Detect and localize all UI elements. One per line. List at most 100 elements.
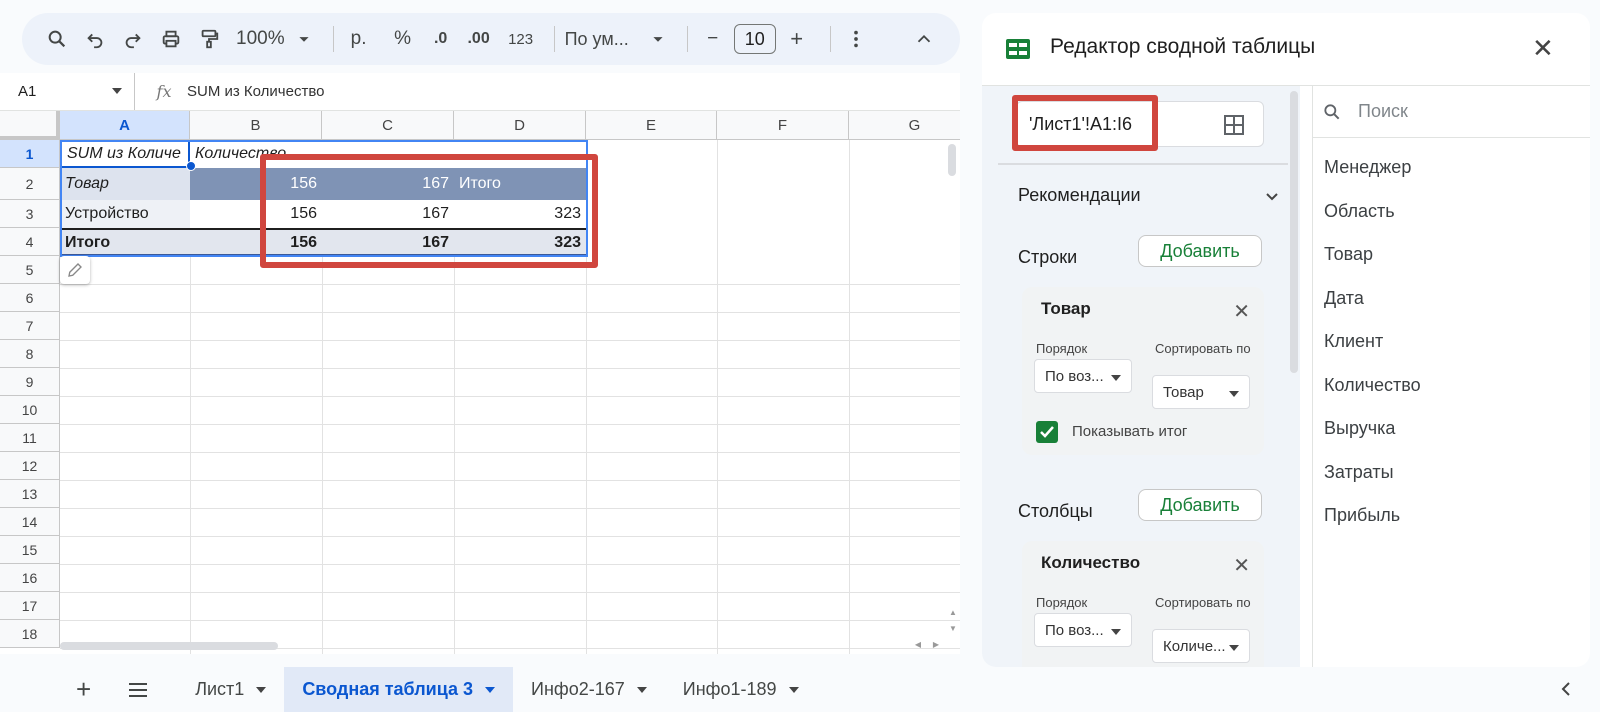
decrease-decimal-button[interactable]: .0 [426, 21, 456, 57]
select-all-corner[interactable] [0, 111, 60, 140]
selection-handle[interactable] [186, 161, 196, 171]
field-item[interactable]: Товар [1324, 244, 1373, 265]
panel-scrollbar[interactable] [1290, 91, 1298, 373]
field-item[interactable]: Область [1324, 201, 1395, 222]
row-header-8[interactable]: 8 [0, 340, 60, 368]
add-row-button[interactable]: Добавить [1138, 235, 1262, 267]
row-header-2[interactable]: 2 [0, 168, 60, 200]
field-item[interactable]: Менеджер [1324, 157, 1411, 178]
field-search-box[interactable]: Поиск [1312, 86, 1590, 138]
sort-by-select-value: Товар [1163, 383, 1204, 401]
column-header-e[interactable]: E [586, 111, 717, 140]
chevron-down-icon[interactable] [1264, 189, 1280, 210]
field-item[interactable]: Прибыль [1324, 505, 1400, 526]
scroll-right-arrow-icon[interactable]: ▶ [930, 639, 942, 651]
row-header-5[interactable]: 5 [0, 256, 60, 284]
sheet-tab-dropdown-icon[interactable] [636, 686, 647, 693]
field-item[interactable]: Выручка [1324, 418, 1395, 439]
add-sheet-plus-icon[interactable]: + [58, 667, 109, 712]
sort-dropdown-icon [1229, 391, 1239, 397]
zoom-dropdown-icon[interactable] [293, 21, 315, 57]
pivot-edit-pencil-icon[interactable] [60, 256, 90, 284]
field-item[interactable]: Дата [1324, 288, 1364, 309]
column-header-c[interactable]: C [322, 111, 454, 140]
row-header-14[interactable]: 14 [0, 508, 60, 536]
more-vert-icon[interactable] [841, 21, 871, 57]
row-header-12[interactable]: 12 [0, 452, 60, 480]
column-header-f[interactable]: F [717, 111, 849, 140]
order-select[interactable]: По воз... [1034, 613, 1132, 647]
field-item[interactable]: Клиент [1324, 331, 1383, 352]
order-select[interactable]: По воз... [1034, 359, 1132, 393]
sheet-tab-pivot[interactable]: Сводная таблица 3 [284, 667, 514, 712]
row-header-6[interactable]: 6 [0, 284, 60, 312]
column-header-a[interactable]: A [60, 111, 190, 140]
grid-select-icon[interactable] [1223, 114, 1245, 141]
search-icon [1322, 102, 1342, 127]
name-box[interactable]: A1 [0, 73, 135, 110]
row-header-7[interactable]: 7 [0, 312, 60, 340]
sheet-tab-dropdown-icon[interactable] [256, 686, 267, 693]
name-box-dropdown-icon[interactable] [112, 88, 122, 94]
scroll-left-arrow-icon[interactable]: ◀ [912, 639, 924, 651]
row-header-1[interactable]: 1 [0, 140, 60, 168]
column-header-g[interactable]: G [849, 111, 960, 140]
undo-icon[interactable] [80, 21, 110, 57]
print-icon[interactable] [156, 21, 186, 57]
increase-font-size-button[interactable]: + [782, 21, 812, 57]
font-dropdown-icon[interactable] [647, 21, 669, 57]
sheet-tab-list1[interactable]: Лист1 [177, 667, 284, 712]
column-header-d[interactable]: D [454, 111, 586, 140]
percent-format-button[interactable]: % [388, 21, 418, 57]
spreadsheet-grid[interactable]: A B C D E F G 1 2 3 4 5 6 7 8 9 10 11 12… [0, 111, 960, 654]
field-item[interactable]: Количество [1324, 375, 1421, 396]
sheet-tab-dropdown-icon[interactable] [485, 686, 496, 693]
remove-row-field-close-icon[interactable]: ✕ [1233, 299, 1250, 324]
add-column-button[interactable]: Добавить [1138, 489, 1262, 521]
font-select[interactable]: По ум... [565, 21, 629, 57]
column-field-card: Количество ✕ Порядок Сортировать по По в… [1022, 541, 1264, 667]
sort-by-select[interactable]: Товар [1152, 375, 1250, 409]
scroll-down-arrow-icon[interactable]: ▼ [948, 623, 958, 635]
sort-by-select[interactable]: Количе... [1152, 629, 1250, 663]
row-header-18[interactable]: 18 [0, 620, 60, 648]
sheet-tab-info1[interactable]: Инфо1-189 [665, 667, 817, 712]
sheet-tab-dropdown-icon[interactable] [788, 686, 799, 693]
row-header-13[interactable]: 13 [0, 480, 60, 508]
gridline [717, 140, 718, 654]
collapse-chevron-up-icon[interactable] [909, 21, 939, 57]
search-icon[interactable] [42, 21, 72, 57]
close-icon[interactable]: ✕ [1532, 35, 1554, 61]
formula-input[interactable]: SUM из Количество [187, 83, 324, 100]
row-header-9[interactable]: 9 [0, 368, 60, 396]
scroll-up-arrow-icon[interactable]: ▲ [948, 607, 958, 619]
number-format-button[interactable]: 123 [506, 21, 536, 57]
gridline [60, 536, 960, 537]
sort-by-select-value: Количе... [1163, 637, 1226, 655]
horizontal-scrollbar[interactable] [60, 642, 278, 650]
row-header-11[interactable]: 11 [0, 424, 60, 452]
row-header-15[interactable]: 15 [0, 536, 60, 564]
row-header-17[interactable]: 17 [0, 592, 60, 620]
currency-format-button[interactable]: р. [344, 21, 374, 57]
redo-icon[interactable] [118, 21, 148, 57]
row-header-3[interactable]: 3 [0, 200, 60, 228]
side-panel-chevron-left-icon[interactable] [1556, 679, 1576, 704]
decrease-font-size-button[interactable]: − [698, 21, 728, 57]
zoom-value[interactable]: 100% [236, 21, 285, 57]
font-size-input[interactable]: 10 [733, 24, 776, 54]
sheet-tab-info2[interactable]: Инфо2-167 [513, 667, 665, 712]
row-header-4[interactable]: 4 [0, 228, 60, 256]
column-header-b[interactable]: B [190, 111, 322, 140]
field-item[interactable]: Затраты [1324, 462, 1394, 483]
column-field-title: Количество [1041, 553, 1141, 572]
increase-decimal-button[interactable]: .00 [464, 21, 494, 57]
vertical-scrollbar[interactable] [948, 144, 956, 176]
remove-column-field-close-icon[interactable]: ✕ [1233, 553, 1250, 578]
paint-format-icon[interactable] [194, 21, 224, 57]
row-header-16[interactable]: 16 [0, 564, 60, 592]
row-header-10[interactable]: 10 [0, 396, 60, 424]
show-total-checkbox[interactable] [1036, 421, 1058, 443]
recommendations-label[interactable]: Рекомендации [1018, 185, 1141, 206]
all-sheets-menu-icon[interactable] [109, 667, 167, 712]
